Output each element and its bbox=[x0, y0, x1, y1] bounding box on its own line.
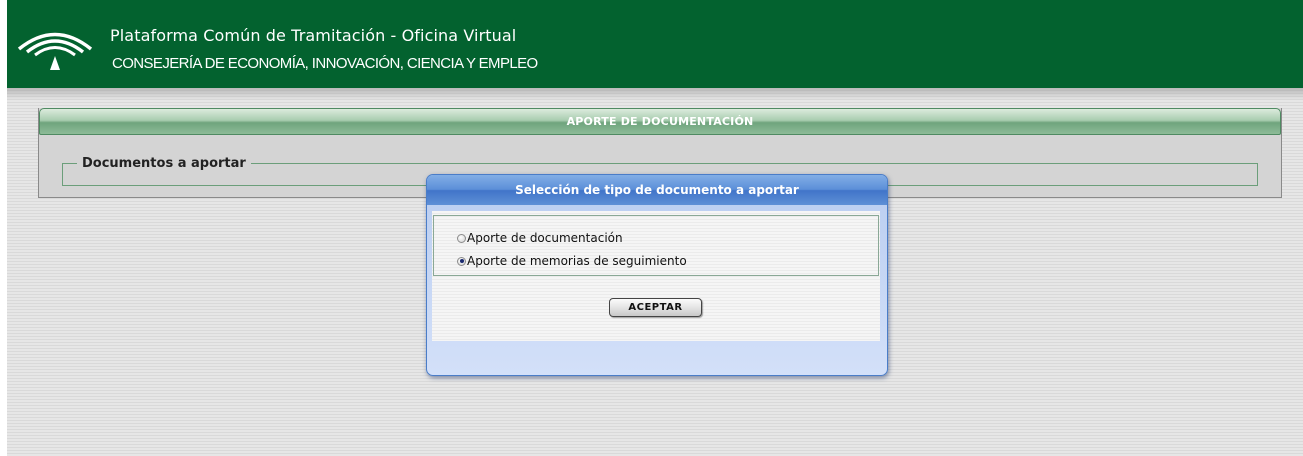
accept-button[interactable]: ACEPTAR bbox=[609, 298, 702, 317]
documents-fieldset-legend: Documentos a aportar bbox=[77, 156, 251, 171]
option-aporte-documentacion[interactable]: Aporte de documentación bbox=[457, 231, 623, 245]
panel-title: APORTE DE DOCUMENTACIÓN bbox=[566, 115, 754, 128]
option-label: Aporte de memorias de seguimiento bbox=[467, 254, 687, 268]
option-label: Aporte de documentación bbox=[467, 231, 623, 245]
header-subtitle: CONSEJERÍA DE ECONOMÍA, INNOVACIÓN, CIEN… bbox=[112, 55, 538, 72]
header-title: Plataforma Común de Tramitación - Oficin… bbox=[110, 26, 517, 45]
option-aporte-memorias[interactable]: Aporte de memorias de seguimiento bbox=[457, 254, 687, 268]
junta-andalucia-logo-icon bbox=[17, 32, 93, 70]
page: Plataforma Común de Tramitación - Oficin… bbox=[0, 0, 1303, 456]
radio-button-checked[interactable] bbox=[457, 256, 466, 266]
radio-button-unchecked[interactable] bbox=[457, 233, 466, 243]
dialog-title: Selección de tipo de documento a aportar bbox=[515, 183, 799, 197]
content-top-shadow bbox=[7, 88, 1303, 100]
